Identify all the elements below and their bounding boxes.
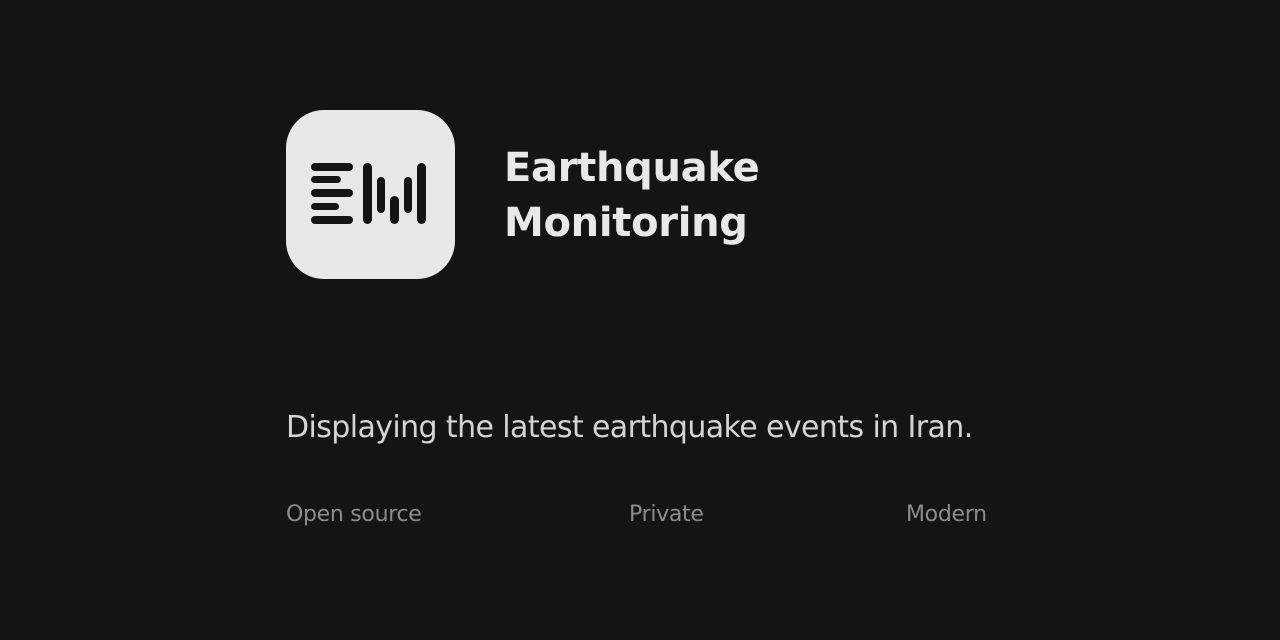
app-title-line-2: Monitoring (504, 200, 748, 246)
app-description: Displaying the latest earthquake events … (286, 410, 973, 445)
app-title: Earthquake Monitoring (504, 141, 760, 251)
seismograph-em-logo-icon (311, 163, 426, 224)
app-title-line-1: Earthquake (504, 145, 760, 191)
feature-modern: Modern (906, 502, 987, 527)
app-logo (286, 110, 455, 279)
feature-private: Private (629, 502, 704, 527)
feature-open-source: Open source (286, 502, 422, 527)
